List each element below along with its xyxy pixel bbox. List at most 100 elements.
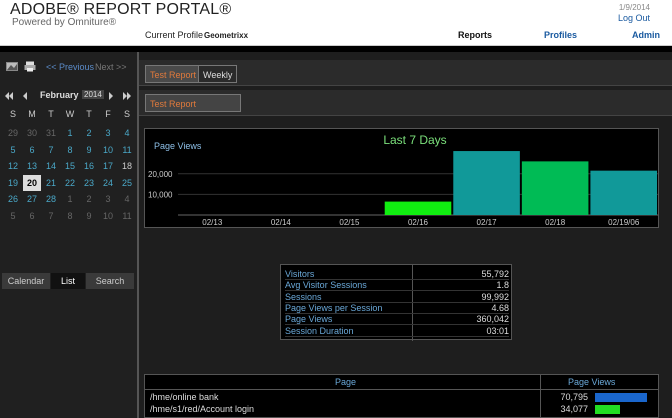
weekday-label: S	[123, 109, 130, 119]
calendar-day[interactable]: 8	[61, 208, 79, 224]
y-tick-label: 20,000	[148, 170, 173, 179]
chart-title: Last 7 Days	[383, 133, 446, 147]
calendar-day[interactable]: 2	[80, 191, 98, 207]
calendar-day[interactable]: 11	[118, 208, 136, 224]
calendar-day[interactable]: 9	[80, 208, 98, 224]
tab-search[interactable]: Search	[86, 273, 134, 289]
next-month-icon[interactable]	[106, 89, 116, 103]
summary-label: Page Views per Session	[285, 302, 383, 313]
image-icon[interactable]	[6, 61, 18, 72]
calendar-day[interactable]: 9	[80, 142, 98, 158]
calendar-day[interactable]: 3	[99, 125, 117, 141]
calendar-day[interactable]: 29	[4, 125, 22, 141]
summary-row: Page Views per Session 4.68	[285, 303, 509, 314]
print-icon[interactable]	[24, 61, 36, 72]
calendar-day[interactable]: 20	[23, 174, 41, 191]
calendar-day[interactable]: 30	[23, 125, 41, 141]
col-header-page-views: Page Views	[568, 377, 616, 387]
calendar-day[interactable]: 22	[61, 175, 79, 191]
calendar-day[interactable]: 12	[4, 158, 22, 174]
calendar-day[interactable]: 3	[99, 191, 117, 207]
calendar-day[interactable]: 26	[4, 191, 22, 207]
calendar-day[interactable]: 16	[80, 158, 98, 174]
calendar-year[interactable]: 2014	[82, 90, 104, 99]
calendar-day[interactable]: 1	[61, 191, 79, 207]
nav-profiles[interactable]: Profiles	[544, 30, 577, 40]
summary-table: Visitors 55,792 Avg Visitor Sessions 1.8 Ses…	[280, 264, 512, 341]
calendar-day[interactable]: 25	[118, 175, 136, 191]
previous-link[interactable]: << Previous	[46, 62, 94, 72]
calendar-day[interactable]: 27	[23, 191, 41, 207]
calendar-day[interactable]: 15	[61, 158, 79, 174]
report-name-badge[interactable]: Test Report	[145, 94, 241, 112]
chart-bar[interactable]	[384, 201, 452, 215]
page-path[interactable]: /hme/s1/red/Account login	[150, 404, 254, 414]
next-link: Next >>	[95, 62, 127, 72]
calendar-day[interactable]: 24	[99, 175, 117, 191]
calendar-day[interactable]: 28	[42, 191, 60, 207]
calendar-day[interactable]: 6	[23, 208, 41, 224]
tab-weekly[interactable]: Weekly	[198, 65, 238, 83]
chart-bar[interactable]	[521, 161, 589, 215]
profile-value: Geometrixx	[204, 31, 249, 40]
nav-admin[interactable]: Admin	[632, 30, 660, 40]
summary-value: 55,792	[481, 269, 509, 279]
calendar-day[interactable]: 21	[42, 175, 60, 191]
nav-reports[interactable]: Reports	[458, 30, 492, 40]
calendar-day[interactable]: 5	[4, 208, 22, 224]
prev-month-icon[interactable]	[20, 89, 30, 103]
chart-y-label: Page Views	[154, 141, 202, 151]
calendar-day[interactable]: 14	[42, 158, 60, 174]
page-views-bar	[595, 405, 620, 414]
calendar-day[interactable]: 1	[61, 125, 79, 141]
summary-row: Avg Visitor Sessions 1.8	[285, 280, 509, 292]
summary-value: 1.8	[496, 280, 509, 291]
tab-test-report[interactable]: Test Report	[145, 65, 202, 83]
calendar-day[interactable]: 18	[118, 158, 136, 174]
calendar-day[interactable]: 10	[99, 208, 117, 224]
current-date: 1/9/2014	[618, 3, 650, 12]
summary-value: 4.68	[491, 302, 509, 313]
weekday-label: T	[86, 109, 92, 119]
tab-calendar[interactable]: Calendar	[2, 273, 50, 289]
calendar-day[interactable]: 23	[80, 175, 98, 191]
chart-svg: Last 7 Days Page Views 20,000 10,000 02/13 02…	[148, 133, 658, 227]
calendar-day[interactable]: 19	[4, 175, 22, 191]
summary-row: Sessions 99,992	[285, 292, 509, 303]
header: ADOBE® REPORT PORTAL® Powered by Omnitur…	[0, 0, 672, 46]
summary-row: Page Views 360,042	[285, 314, 509, 326]
summary-row: Session Duration 03:01	[285, 326, 509, 337]
x-tick-label: 02/13	[202, 218, 223, 227]
page-views-value: 34,077	[560, 404, 588, 414]
calendar-day[interactable]: 4	[118, 125, 136, 141]
calendar-day[interactable]: 6	[23, 142, 41, 158]
calendar-day[interactable]: 2	[80, 125, 98, 141]
first-month-icon[interactable]	[4, 89, 14, 103]
calendar-day[interactable]: 11	[118, 142, 136, 158]
calendar-day[interactable]: 8	[61, 142, 79, 158]
summary-value: 360,042	[476, 314, 509, 325]
calendar-day[interactable]: 5	[4, 142, 22, 158]
logout-link[interactable]: Log Out	[618, 13, 650, 23]
x-tick-label: 02/17	[477, 218, 498, 227]
chart-bar[interactable]	[590, 170, 657, 215]
calendar-day[interactable]: 7	[42, 208, 60, 224]
calendar-day[interactable]: 31	[42, 125, 60, 141]
page-path[interactable]: /hme/online bank	[150, 392, 219, 402]
calendar-day[interactable]: 4	[118, 191, 136, 207]
col-header-page: Page	[335, 377, 357, 387]
summary-value: 99,992	[481, 291, 509, 302]
calendar-day[interactable]: 13	[23, 158, 41, 174]
calendar-day[interactable]: 17	[99, 158, 117, 174]
chart-bar[interactable]	[453, 151, 520, 215]
calendar-day[interactable]: 10	[99, 142, 117, 158]
page-views-chart: Last 7 Days Page Views 20,000 10,000 02/13 02…	[144, 128, 659, 228]
weekday-label: W	[65, 109, 75, 119]
calendar-day[interactable]: 7	[42, 142, 60, 158]
page-views-bar	[595, 393, 647, 402]
summary-label: Avg Visitor Sessions	[285, 280, 367, 291]
last-month-icon[interactable]	[122, 89, 132, 103]
x-tick-label: 02/16	[408, 218, 429, 227]
tab-list[interactable]: List	[51, 273, 85, 289]
summary-label: Page Views	[285, 314, 333, 325]
